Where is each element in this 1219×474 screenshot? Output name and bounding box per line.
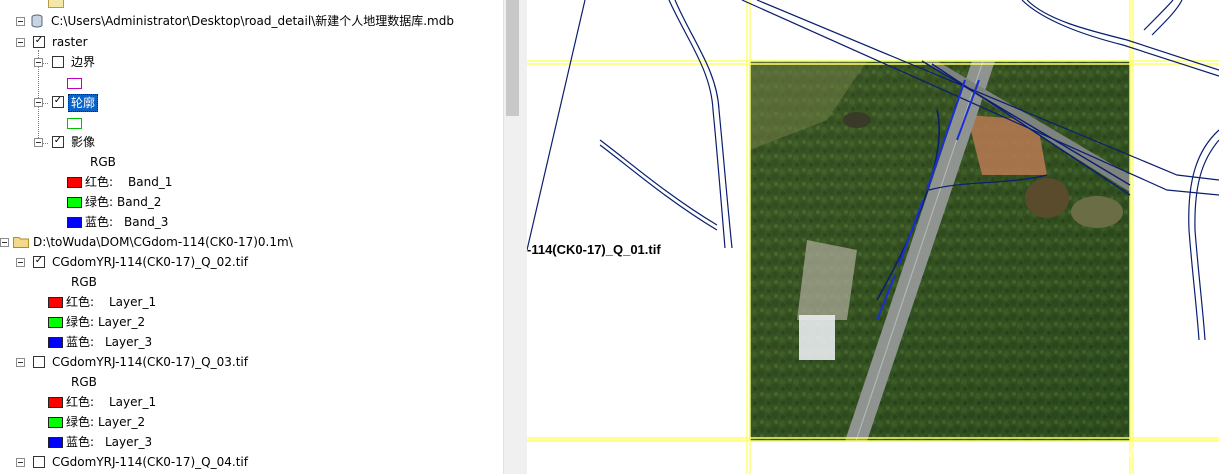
band-value: Band_2	[117, 195, 162, 209]
tif-checkbox[interactable]	[33, 356, 45, 368]
blue-swatch[interactable]	[67, 217, 82, 228]
green-swatch[interactable]	[67, 197, 82, 208]
layer-checkbox[interactable]	[52, 56, 64, 68]
watermark: CSDN @Laney_Midory	[1012, 444, 1169, 461]
aerial-image	[750, 60, 1130, 442]
tif-label: CGdomYRJ-114(CK0-17)_Q_02.tif	[52, 255, 248, 269]
folder-path: D:\toWuda\DOM\CGdom-114(CK0-17)0.1m\	[33, 235, 293, 249]
red-swatch[interactable]	[67, 177, 82, 188]
collapse-icon[interactable]	[16, 458, 25, 467]
folder-icon	[13, 237, 29, 248]
band-label: 绿色:	[66, 415, 95, 429]
collapse-icon[interactable]	[34, 58, 43, 67]
red-swatch[interactable]	[48, 397, 63, 408]
pond	[1025, 178, 1069, 218]
collapse-icon[interactable]	[34, 138, 43, 147]
red-swatch[interactable]	[48, 297, 63, 308]
tree-item-database[interactable]: C:\Users\Administrator\Desktop\road_deta…	[0, 12, 500, 30]
boundary-symbol[interactable]	[67, 78, 82, 89]
band-label: 红色:	[85, 175, 114, 189]
raster-group-label: raster	[52, 35, 88, 49]
band-row-red[interactable]: 红色: Layer_1	[0, 393, 300, 411]
band-value: Band_3	[124, 215, 169, 229]
collapse-icon[interactable]	[0, 238, 9, 247]
layer-label: 影像	[71, 135, 96, 149]
rgb-label: RGB	[90, 155, 116, 169]
map-view[interactable]: -114(CK0-17)_Q_01.tif	[527, 0, 1219, 474]
band-value: Band_1	[128, 175, 173, 189]
outline-symbol[interactable]	[67, 118, 82, 129]
band-row-red[interactable]: 红色: Band_1	[0, 173, 300, 191]
layer-label: 边界	[71, 55, 96, 69]
collapse-icon[interactable]	[16, 258, 25, 267]
tif-label: CGdomYRJ-114(CK0-17)_Q_04.tif	[52, 455, 248, 469]
building-roof	[799, 315, 835, 360]
band-value: Layer_2	[98, 315, 146, 329]
raster-checkbox[interactable]	[33, 36, 45, 48]
layer-checkbox[interactable]	[52, 96, 64, 108]
band-label: 红色:	[66, 395, 95, 409]
layer-checkbox[interactable]	[52, 136, 64, 148]
tree-item-tif[interactable]: CGdomYRJ-114(CK0-17)_Q_03.tif	[0, 353, 400, 371]
band-row-green[interactable]: 绿色: Band_2	[0, 193, 300, 211]
band-value: Layer_1	[109, 295, 157, 309]
pond	[1071, 196, 1123, 228]
tree-item-raster-group[interactable]: raster	[0, 33, 300, 51]
layer-label-selected[interactable]: 轮廓	[68, 94, 99, 112]
tree-item-layer-image[interactable]: 影像	[0, 133, 300, 151]
collapse-icon[interactable]	[16, 17, 25, 26]
band-label: 蓝色:	[85, 215, 114, 229]
band-value: Layer_1	[109, 395, 157, 409]
band-row-green[interactable]: 绿色: Layer_2	[0, 313, 300, 331]
scrollbar-thumb[interactable]	[506, 0, 519, 116]
folder-icon	[48, 0, 64, 8]
green-swatch[interactable]	[48, 317, 63, 328]
band-value: Layer_2	[98, 415, 146, 429]
band-label: 绿色:	[85, 195, 114, 209]
band-label: 红色:	[66, 295, 95, 309]
tree-item-tif[interactable]: CGdomYRJ-114(CK0-17)_Q_02.tif	[0, 253, 400, 271]
database-icon	[31, 14, 43, 28]
collapse-icon[interactable]	[34, 98, 43, 107]
green-swatch[interactable]	[48, 417, 63, 428]
built-area	[797, 240, 857, 320]
tree-item-layer-outline[interactable]: 轮廓	[0, 93, 300, 112]
map-canvas[interactable]	[527, 0, 1219, 474]
band-value: Layer_3	[105, 435, 153, 449]
band-row-green[interactable]: 绿色: Layer_2	[0, 413, 300, 431]
tif-checkbox[interactable]	[33, 456, 45, 468]
band-label: 蓝色:	[66, 335, 95, 349]
band-label: 绿色:	[66, 315, 95, 329]
band-label: 蓝色:	[66, 435, 95, 449]
tif-label: CGdomYRJ-114(CK0-17)_Q_03.tif	[52, 355, 248, 369]
blue-swatch[interactable]	[48, 437, 63, 448]
raster-name-label: -114(CK0-17)_Q_01.tif	[527, 242, 661, 257]
toc-scrollbar[interactable]	[503, 0, 521, 474]
band-row-red[interactable]: 红色: Layer_1	[0, 293, 300, 311]
tree-item-layer-boundary[interactable]: 边界	[0, 53, 300, 71]
band-row-blue[interactable]: 蓝色: Layer_3	[0, 333, 300, 351]
rgb-label: RGB	[71, 375, 97, 389]
rgb-label: RGB	[71, 275, 97, 289]
table-of-contents[interactable]: C:\Users\Administrator\Desktop\road_deta…	[0, 0, 503, 474]
tif-checkbox[interactable]	[33, 256, 45, 268]
tree-item-folder[interactable]: D:\toWuda\DOM\CGdom-114(CK0-17)0.1m\	[0, 233, 500, 251]
tree-item-tif[interactable]: CGdomYRJ-114(CK0-17)_Q_04.tif	[0, 453, 400, 471]
band-row-blue[interactable]: 蓝色: Layer_3	[0, 433, 300, 451]
collapse-icon[interactable]	[16, 358, 25, 367]
database-path: C:\Users\Administrator\Desktop\road_deta…	[51, 14, 454, 28]
blue-swatch[interactable]	[48, 337, 63, 348]
band-row-blue[interactable]: 蓝色: Band_3	[0, 213, 300, 231]
collapse-icon[interactable]	[16, 38, 25, 47]
band-value: Layer_3	[105, 335, 153, 349]
